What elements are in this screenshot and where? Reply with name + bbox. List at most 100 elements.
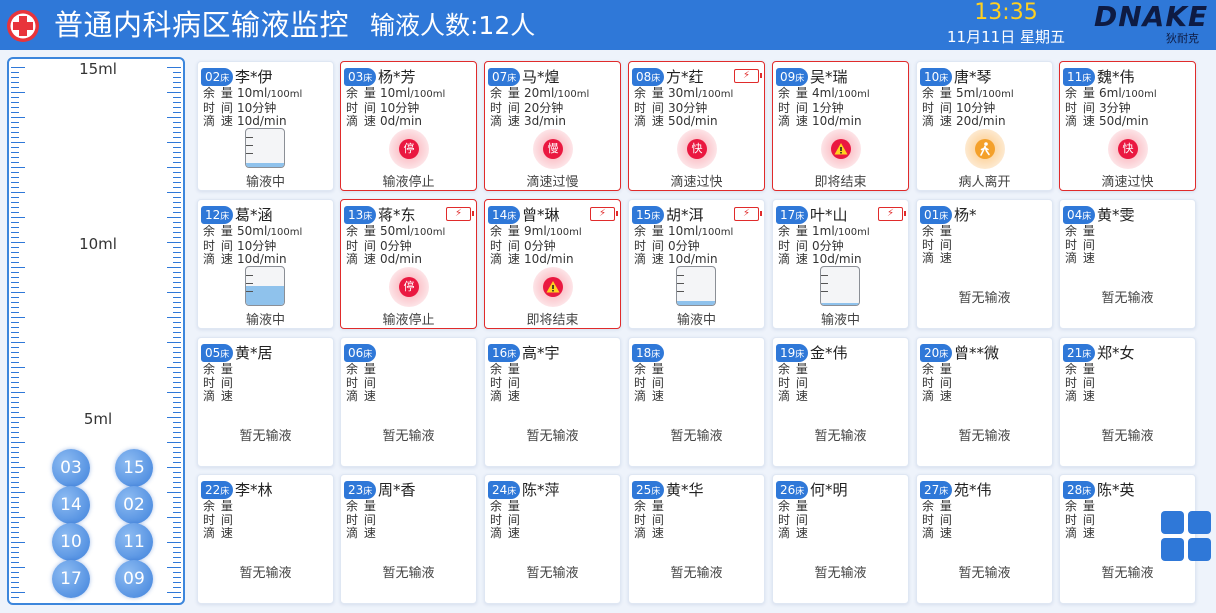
bed-card[interactable]: 23床 周*香余 量时 间滴 速暂无输液 — [340, 474, 477, 604]
bed-card[interactable]: 17床 叶*山余 量 1ml/100ml 时 间 0分钟滴 速 10d/min ⚡ 输液中 — [772, 199, 909, 329]
gauge-tick — [173, 562, 181, 563]
bed-card[interactable]: 19床 金*伟余 量时 间滴 速暂无输液 — [772, 337, 909, 467]
gauge-bed-bubble[interactable]: 11 — [115, 523, 153, 561]
patient-name: 李*伊 — [235, 68, 273, 86]
time-value: 10分钟 — [237, 100, 277, 115]
bed-number-badge: 05床 — [201, 344, 234, 362]
bed-card[interactable]: 12床 葛*涵余 量 50ml/100ml 时 间 10分钟滴 速 10d/min 输液中 — [197, 199, 334, 329]
bed-card[interactable]: 22床 李*林余 量时 间滴 速暂无输液 — [197, 474, 334, 604]
time-row: 时 间 0分钟 — [634, 239, 733, 254]
remaining-label: 余 量 — [778, 499, 809, 513]
time-label: 时 间 — [634, 100, 665, 115]
time-label: 时 间 — [922, 237, 953, 252]
gauge-tick — [173, 487, 181, 488]
gauge-tick — [11, 227, 19, 228]
gauge-bed-bubble[interactable]: 10 — [52, 523, 90, 561]
infusion-info: 余 量 1ml/100ml 时 间 0分钟滴 速 10d/min — [778, 224, 870, 267]
clock-time: 13:35 — [974, 0, 1038, 25]
time-label: 时 间 — [203, 100, 234, 115]
bed-card[interactable]: 09床 吴*瑞余 量 4ml/100ml 时 间 1分钟滴 速 10d/min 即将结束 — [772, 61, 909, 191]
bed-suffix: 床 — [220, 350, 230, 360]
speed-label: 滴 速 — [922, 251, 953, 265]
speed-label: 滴 速 — [634, 252, 665, 266]
speed-row: 滴 速 — [778, 526, 812, 541]
bed-card[interactable]: 01床 杨* 余 量时 间滴 速暂无输液 — [916, 199, 1053, 329]
infusion-info: 余 量时 间滴 速 — [922, 499, 956, 541]
bed-card[interactable]: 18床余 量时 间滴 速暂无输液 — [628, 337, 765, 467]
gauge-tick — [173, 477, 181, 478]
gauge-tick — [11, 277, 19, 278]
bed-card[interactable]: 24床 陈*萍余 量时 间滴 速暂无输液 — [484, 474, 621, 604]
gauge-bed-bubble[interactable]: 02 — [115, 486, 153, 524]
bed-card[interactable]: 06床余 量时 间滴 速暂无输液 — [340, 337, 477, 467]
gauge-tick — [11, 362, 19, 363]
gauge-tick — [11, 482, 19, 483]
bed-card[interactable]: 04床 黄*雯余 量时 间滴 速暂无输液 — [1059, 199, 1196, 329]
bed-card[interactable]: 11床 魏*伟余 量 6ml/100ml 时 间 3分钟滴 速 50d/min 快滴速过快 — [1059, 61, 1196, 191]
bed-card[interactable]: 26床 何*明余 量时 间滴 速暂无输液 — [772, 474, 909, 604]
gauge-bed-bubble[interactable]: 17 — [52, 560, 90, 598]
gauge-tick — [11, 497, 19, 498]
bed-card[interactable]: 03床 杨*芳余 量 10ml/100ml 时 间 10分钟滴 速 0d/min 停输液停止 — [340, 61, 477, 191]
bed-number: 05 — [205, 346, 221, 360]
infusion-info: 余 量 4ml/100ml 时 间 1分钟滴 速 10d/min — [778, 86, 870, 129]
speed-row: 滴 速 — [346, 389, 380, 404]
infusion-info: 余 量时 间滴 速 — [922, 224, 956, 266]
bed-card[interactable]: 08床 方*荭余 量 30ml/100ml 时 间 30分钟滴 速 50d/min ⚡ 快滴速… — [628, 61, 765, 191]
bed-card[interactable]: 20床 曾**微余 量时 间滴 速暂无输液 — [916, 337, 1053, 467]
bed-card[interactable]: 21床 郑*女余 量时 间滴 速暂无输液 — [1059, 337, 1196, 467]
infusion-info: 余 量 10ml/100ml 时 间 10分钟滴 速 10d/min — [203, 86, 302, 129]
gauge-tick — [11, 592, 25, 593]
gauge-tick — [11, 387, 19, 388]
bottle-mark — [677, 275, 684, 276]
bed-suffix: 床 — [363, 350, 373, 360]
gauge-bed-bubble[interactable]: 15 — [115, 449, 153, 487]
time-row: 时 间 20分钟 — [490, 101, 589, 116]
low-battery-icon: ⚡ — [446, 207, 474, 221]
bed-card[interactable]: 10床 唐*琴余 量 5ml/100ml 时 间 10分钟滴 速 20d/min 病人离开 — [916, 61, 1053, 191]
gauge-tick — [11, 587, 19, 588]
speed-label: 滴 速 — [634, 389, 665, 403]
gauge-bed-bubble[interactable]: 14 — [52, 486, 90, 524]
speed-label: 滴 速 — [778, 389, 809, 403]
gauge-tick — [173, 332, 181, 333]
time-row: 时 间 — [346, 376, 380, 391]
bed-suffix: 床 — [795, 212, 805, 222]
infusion-count: 输液人数:12人 — [370, 11, 536, 40]
bed-card[interactable]: 13床 蒋*东余 量 50ml/100ml 时 间 0分钟滴 速 0d/min ⚡ 停输液停止 — [340, 199, 477, 329]
gauge-tick — [173, 387, 181, 388]
gauge-bed-bubble[interactable]: 09 — [115, 560, 153, 598]
remaining-row: 余 量 — [922, 499, 956, 514]
remaining-row: 余 量 9ml/100ml — [490, 224, 582, 240]
fast-icon: 快 — [677, 129, 717, 169]
bed-number: 11 — [1067, 70, 1083, 84]
bed-number-badge: 03床 — [344, 68, 377, 86]
bed-card[interactable]: 07床 马*煌余 量 20ml/100ml 时 间 20分钟滴 速 3d/min 慢滴速过慢 — [484, 61, 621, 191]
grid-view-icon[interactable] — [1161, 511, 1211, 561]
bed-card[interactable]: 14床 曾*琳余 量 9ml/100ml 时 间 0分钟滴 速 10d/min ⚡ 即将结束 — [484, 199, 621, 329]
speed-label: 滴 速 — [922, 389, 953, 403]
gauge-tick — [173, 307, 181, 308]
bed-suffix: 床 — [1082, 487, 1092, 497]
bed-card[interactable]: 05床 黄*居余 量时 间滴 速暂无输液 — [197, 337, 334, 467]
bed-card[interactable]: 15床 胡*洱余 量 10ml/100ml 时 间 0分钟滴 速 10d/min ⚡ 输液中 — [628, 199, 765, 329]
bed-card[interactable]: 16床 高*宇余 量时 间滴 速暂无输液 — [484, 337, 621, 467]
remaining-total: /100ml — [698, 227, 734, 238]
gauge-tick — [11, 552, 19, 553]
gauge-tick — [11, 82, 19, 83]
brand-subtitle: 狄耐克 — [1166, 32, 1199, 45]
bed-card[interactable]: 27床 苑*伟余 量时 间滴 速暂无输液 — [916, 474, 1053, 604]
bed-card[interactable]: 02床 李*伊余 量 10ml/100ml 时 间 10分钟滴 速 10d/min 输液中 — [197, 61, 334, 191]
bed-card[interactable]: 25床 黄*华余 量时 间滴 速暂无输液 — [628, 474, 765, 604]
infusion-bottle-icon — [245, 128, 285, 168]
gauge-bed-bubble[interactable]: 03 — [52, 449, 90, 487]
speed-row: 滴 速 0d/min — [346, 252, 445, 267]
time-row: 时 间 — [922, 376, 956, 391]
bottle-mark — [246, 275, 253, 276]
time-row: 时 间 10分钟 — [203, 100, 302, 116]
speed-label: 滴 速 — [1065, 114, 1096, 128]
stop-icon-glyph: 停 — [399, 139, 419, 159]
gauge-tick — [173, 357, 181, 358]
time-row: 时 间 3分钟 — [1065, 101, 1157, 116]
time-row: 时 间 — [1065, 238, 1099, 253]
